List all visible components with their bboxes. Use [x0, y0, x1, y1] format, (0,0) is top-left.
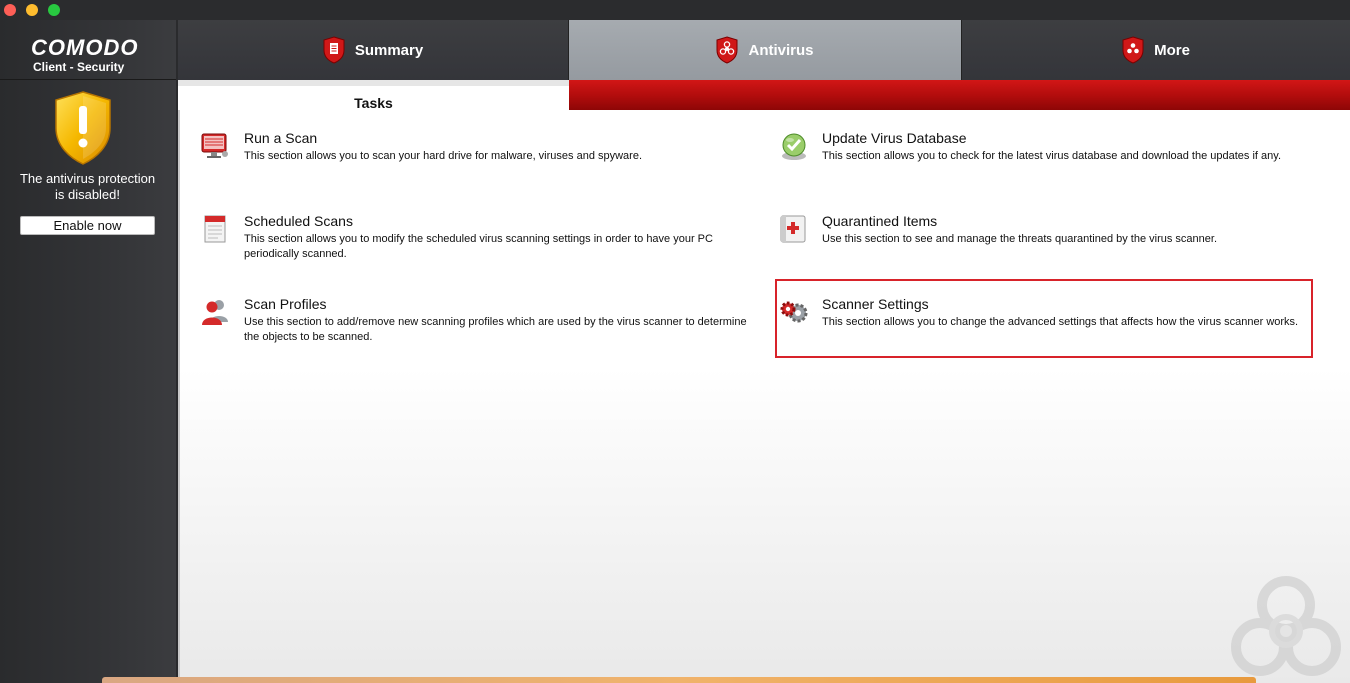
subtab-bar-red — [569, 80, 1350, 110]
task-description-line-1: Use this section to add/remove new scann… — [244, 316, 747, 328]
window-titlebar — [0, 0, 1350, 20]
shield-dots-icon — [1122, 36, 1144, 64]
task-update-virus-database[interactable]: Update Virus Database This section allow… — [778, 130, 1338, 170]
monitor-scan-icon — [201, 133, 228, 158]
tab-antivirus[interactable]: Antivirus — [569, 20, 961, 80]
tab-more[interactable]: More — [961, 20, 1350, 80]
status-line-1: The antivirus protection — [19, 171, 156, 186]
warning-shield-icon — [55, 91, 111, 165]
task-title: Scheduled Scans — [244, 213, 353, 229]
subtab-tasks[interactable]: Tasks — [178, 80, 569, 111]
task-title: Scan Profiles — [244, 296, 327, 312]
brand-subtitle: Client - Security — [33, 60, 125, 74]
subtab-strip: Tasks — [178, 80, 1350, 111]
task-title: Run a Scan — [244, 130, 318, 146]
quarantine-box-icon — [780, 215, 806, 243]
window-minimize-button[interactable] — [26, 4, 38, 16]
shield-biohazard-icon — [716, 36, 738, 64]
task-description: Use this section to see and manage the t… — [822, 233, 1218, 245]
tab-more-label: More — [1154, 41, 1190, 59]
tab-summary[interactable]: Summary — [178, 20, 569, 80]
scanner-settings-highlight — [775, 279, 1313, 358]
main-tabs: Summary Antivirus More — [178, 20, 1350, 80]
task-description: This section allows you to scan your har… — [244, 150, 643, 162]
sidebar: COMODO Client - Security The antivirus p… — [0, 20, 176, 683]
task-description: This section allows you to modify the sc… — [244, 232, 713, 262]
shield-document-icon — [323, 36, 345, 64]
task-description-line-2: periodically scanned. — [244, 248, 347, 260]
update-globe-icon — [782, 133, 806, 160]
profiles-users-icon — [202, 300, 228, 325]
tab-summary-label: Summary — [354, 41, 424, 59]
task-description-line-1: This section allows you to modify the sc… — [244, 233, 713, 245]
calendar-icon — [204, 215, 226, 243]
task-title: Quarantined Items — [822, 213, 938, 229]
task-description: This section allows you to check for the… — [822, 150, 1282, 162]
enable-now-button[interactable]: Enable now — [20, 216, 155, 235]
biohazard-watermark-icon — [1231, 576, 1341, 676]
tab-antivirus-label: Antivirus — [748, 41, 814, 59]
window-maximize-button[interactable] — [48, 4, 60, 16]
brand-logo: COMODO Client - Security — [0, 20, 176, 80]
tasks-panel: Run a Scan This section allows you to sc… — [178, 110, 1350, 683]
task-description: Use this section to add/remove new scann… — [244, 315, 747, 345]
task-run-a-scan[interactable]: Run a Scan This section allows you to sc… — [200, 130, 760, 170]
protection-status: The antivirus protection is disabled! — [10, 171, 165, 203]
task-scan-profiles[interactable]: Scan Profiles Use this section to add/re… — [200, 296, 760, 345]
bottom-progress-bar — [102, 677, 1256, 683]
status-line-2: is disabled! — [54, 187, 121, 202]
task-scheduled-scans[interactable]: Scheduled Scans This section allows you … — [200, 213, 760, 262]
brand-name: COMODO — [31, 35, 139, 60]
window-close-button[interactable] — [4, 4, 16, 16]
task-quarantined-items[interactable]: Quarantined Items Use this section to se… — [778, 213, 1338, 253]
task-description-line-2: the objects to be scanned. — [244, 331, 373, 343]
task-title: Update Virus Database — [822, 130, 967, 146]
